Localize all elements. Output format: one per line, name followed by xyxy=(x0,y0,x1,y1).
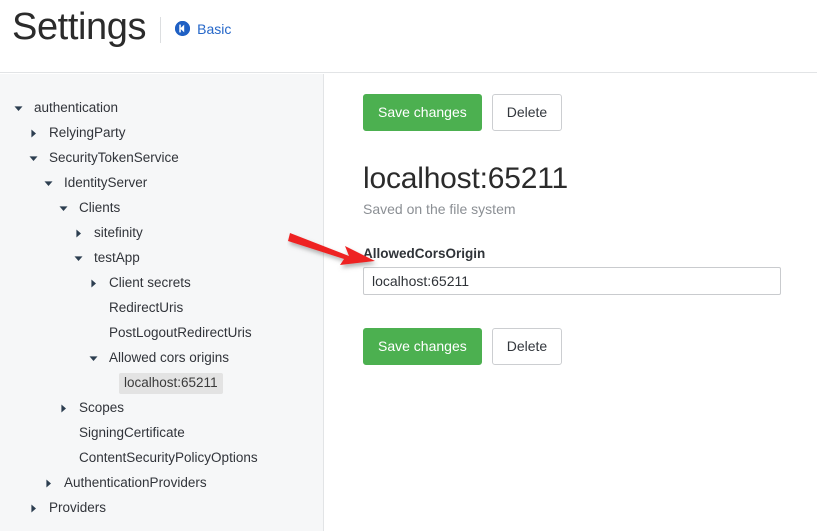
tree-item-label: Providers xyxy=(49,500,107,516)
tree-item-label: AuthenticationProviders xyxy=(64,475,207,491)
circle-arrow-left-icon xyxy=(175,21,191,36)
page-header: Settings Basic xyxy=(0,0,817,73)
tree-item[interactable]: IdentityServer xyxy=(0,171,323,196)
tree-item[interactable]: Client secrets xyxy=(0,271,323,296)
tree-item-label: SigningCertificate xyxy=(79,425,185,441)
tree-item-label: RelyingParty xyxy=(49,125,126,141)
header-inner: Settings Basic xyxy=(12,8,231,46)
delete-button-top[interactable]: Delete xyxy=(491,94,563,131)
save-changes-button-bottom[interactable]: Save changes xyxy=(363,328,482,365)
tree-item-label: RedirectUris xyxy=(109,300,184,316)
back-to-basic-link[interactable]: Basic xyxy=(175,21,231,37)
save-changes-button-top[interactable]: Save changes xyxy=(363,94,482,131)
tree-item[interactable]: SigningCertificate xyxy=(0,421,323,446)
tree-item[interactable]: testApp xyxy=(0,246,323,271)
settings-tree: authentication RelyingParty SecurityTokenS… xyxy=(0,96,323,521)
content-subtitle: Saved on the file system xyxy=(363,201,516,217)
caret-down-icon[interactable] xyxy=(87,352,100,365)
caret-right-icon[interactable] xyxy=(42,477,55,490)
tree-item[interactable]: AuthenticationProviders xyxy=(0,471,323,496)
tree-item-label: PostLogoutRedirectUris xyxy=(109,325,252,341)
tree-item-label: Client secrets xyxy=(109,275,191,291)
header-divider xyxy=(160,17,162,43)
main-content: Save changes Delete localhost:65211 Save… xyxy=(325,74,817,531)
tree-item-label: testApp xyxy=(94,250,140,266)
tree-item[interactable]: PostLogoutRedirectUris xyxy=(0,321,323,346)
tree-item-label: Clients xyxy=(79,200,121,216)
tree-item[interactable]: sitefinity xyxy=(0,221,323,246)
caret-right-icon[interactable] xyxy=(57,402,70,415)
tree-item[interactable]: authentication xyxy=(0,96,323,121)
tree-item-label: Scopes xyxy=(79,400,125,416)
caret-right-icon[interactable] xyxy=(27,502,40,515)
caret-right-icon[interactable] xyxy=(27,127,40,140)
allowed-cors-origin-input[interactable] xyxy=(363,267,781,295)
caret-down-icon[interactable] xyxy=(42,177,55,190)
caret-down-icon[interactable] xyxy=(57,202,70,215)
top-action-row: Save changes Delete xyxy=(363,94,817,131)
tree-item-label: SecurityTokenService xyxy=(49,150,179,166)
caret-down-icon[interactable] xyxy=(12,102,25,115)
page-title: Settings xyxy=(12,6,147,48)
caret-down-icon[interactable] xyxy=(27,152,40,165)
allowed-cors-origin-label: AllowedCorsOrigin xyxy=(363,246,486,261)
tree-item[interactable]: Providers xyxy=(0,496,323,521)
settings-tree-sidebar[interactable]: authentication RelyingParty SecurityTokenS… xyxy=(0,74,324,531)
content-title: localhost:65211 xyxy=(363,162,568,195)
tree-item-label: localhost:65211 xyxy=(119,373,223,394)
allowed-cors-origin-field: AllowedCorsOrigin xyxy=(363,246,817,295)
tree-item-label: Allowed cors origins xyxy=(109,350,230,366)
delete-button-bottom[interactable]: Delete xyxy=(491,328,563,365)
tree-item[interactable]: Allowed cors origins xyxy=(0,346,323,371)
tree-item[interactable]: SecurityTokenService xyxy=(0,146,323,171)
tree-item[interactable]: RelyingParty xyxy=(0,121,323,146)
tree-item[interactable]: localhost:65211 xyxy=(0,371,323,396)
tree-item-label: sitefinity xyxy=(94,225,143,241)
caret-right-icon[interactable] xyxy=(72,227,85,240)
tree-item[interactable]: Scopes xyxy=(0,396,323,421)
bottom-action-row: Save changes Delete xyxy=(363,328,817,365)
tree-item[interactable]: ContentSecurityPolicyOptions xyxy=(0,446,323,471)
tree-item-label: authentication xyxy=(34,100,119,116)
tree-item-label: IdentityServer xyxy=(64,175,148,191)
tree-item-label: ContentSecurityPolicyOptions xyxy=(79,450,258,466)
caret-down-icon[interactable] xyxy=(72,252,85,265)
back-link-label: Basic xyxy=(197,20,232,37)
tree-item[interactable]: RedirectUris xyxy=(0,296,323,321)
settings-page: Settings Basic authentication RelyingPart… xyxy=(0,0,817,531)
caret-right-icon[interactable] xyxy=(87,277,100,290)
tree-item[interactable]: Clients xyxy=(0,196,323,221)
